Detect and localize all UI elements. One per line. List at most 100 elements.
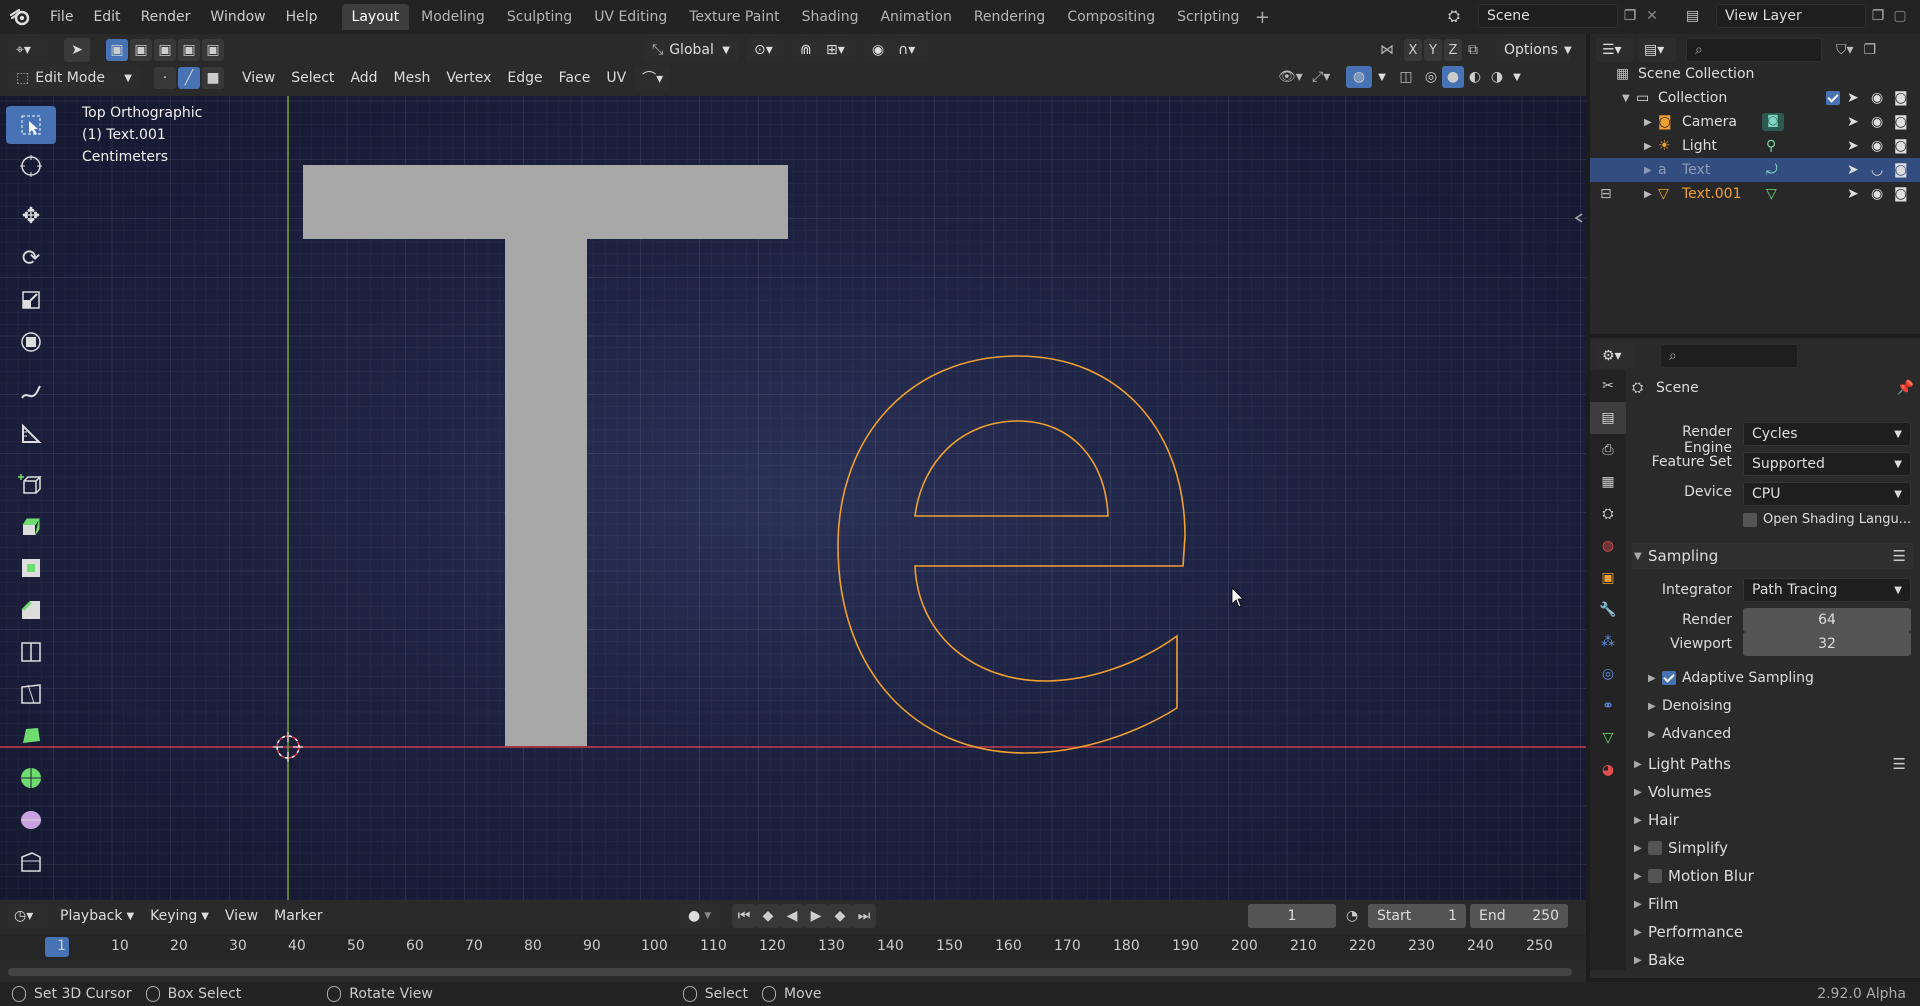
select-box-tool-icon[interactable] xyxy=(6,106,56,144)
properties-editor-type-icon[interactable]: ⚙▾ xyxy=(1596,344,1634,368)
overlays-dropdown-icon[interactable]: ▼ xyxy=(1372,72,1392,83)
render-camera-icon[interactable]: ◙ xyxy=(1894,186,1908,202)
solid-shading-icon[interactable]: ● xyxy=(1442,66,1464,88)
snap-toggle-icon[interactable]: ⋒ xyxy=(792,38,818,62)
expand-arrow-icon[interactable]: ▶ xyxy=(1644,189,1658,200)
osl-checkbox[interactable] xyxy=(1743,512,1757,527)
light-paths-panel[interactable]: ▶ Light Paths ☰ xyxy=(1632,751,1914,777)
visibility-icon[interactable]: 👁▾ xyxy=(1278,69,1312,85)
expand-arrow-icon[interactable]: ▶ xyxy=(1644,141,1658,152)
select-mode-extend-icon[interactable]: ▣ xyxy=(130,39,152,61)
light-data-icon[interactable]: ⚲ xyxy=(1766,138,1776,154)
menu-playback[interactable]: Playback ▼ xyxy=(52,904,142,928)
new-scene-icon[interactable]: ❐ xyxy=(1618,8,1642,24)
view-layer-tab-icon[interactable]: ▦ xyxy=(1590,466,1626,498)
render-camera-icon[interactable]: ◙ xyxy=(1894,162,1908,178)
hair-panel[interactable]: ▶ Hair xyxy=(1632,807,1914,833)
menu-mesh[interactable]: Mesh xyxy=(386,66,439,90)
menu-vertex[interactable]: Vertex xyxy=(438,66,499,90)
vertex-select-icon[interactable]: ⋅ xyxy=(154,67,176,89)
visibility-eye-icon[interactable]: ◉ xyxy=(1871,186,1883,202)
add-workspace-icon[interactable]: + xyxy=(1251,4,1273,30)
tab-animation[interactable]: Animation xyxy=(870,4,961,30)
material-shading-icon[interactable]: ◐ xyxy=(1464,69,1486,85)
menu-view[interactable]: View xyxy=(234,66,283,90)
next-keyframe-icon[interactable]: ◆ xyxy=(828,904,852,928)
start-frame-field[interactable]: Start 1 xyxy=(1368,904,1466,928)
render-tab-icon[interactable]: ▤ xyxy=(1590,402,1626,434)
outliner-editor-type-icon[interactable]: ☰▾ xyxy=(1596,38,1634,62)
data-tab-icon[interactable]: ▽ xyxy=(1590,722,1626,754)
overlays-icon[interactable]: ◍ xyxy=(1346,66,1372,88)
current-frame-field[interactable]: 1 xyxy=(1248,904,1336,928)
selectable-arrow-icon[interactable]: ➤ xyxy=(1847,138,1859,154)
simplify-checkbox[interactable] xyxy=(1648,841,1662,855)
menu-add[interactable]: Add xyxy=(342,66,385,90)
knife-tool-icon[interactable] xyxy=(6,674,56,714)
proportional-edit-icon[interactable]: ◉ xyxy=(864,38,890,62)
rendered-shading-icon[interactable]: ◑ xyxy=(1486,69,1508,85)
preview-range-icon[interactable]: ◔ xyxy=(1346,908,1368,924)
view-layer-field[interactable]: View Layer xyxy=(1716,4,1866,28)
denoising-subpanel[interactable]: ▶ Denoising xyxy=(1648,698,1732,714)
camera-data-icon[interactable]: ◙ xyxy=(1762,113,1784,131)
display-mode-icon[interactable]: ▤▾ xyxy=(1638,38,1676,62)
menu-edit[interactable]: Edit xyxy=(83,0,130,34)
select-mode-invert-icon[interactable]: ▣ xyxy=(178,39,200,61)
new-view-layer-icon[interactable]: ❐ xyxy=(1866,8,1890,24)
tab-modeling[interactable]: Modeling xyxy=(411,4,495,30)
face-select-icon[interactable]: ■ xyxy=(202,67,224,89)
visibility-eye-icon[interactable]: ◉ xyxy=(1871,90,1883,106)
curve-data-icon[interactable]: ⤾ xyxy=(1766,162,1778,178)
mirror-x-toggle[interactable]: X xyxy=(1404,39,1422,61)
osl-checkbox-row[interactable]: Open Shading Langu... xyxy=(1743,512,1911,527)
mirror-z-toggle[interactable]: Z xyxy=(1444,39,1462,61)
outliner-row-camera[interactable]: ▶ ◙ Camera ◙ ➤ ◉ ◙ xyxy=(1590,110,1920,134)
world-tab-icon[interactable]: ◍ xyxy=(1590,530,1626,562)
adaptive-sampling-subpanel[interactable]: ▶ Adaptive Sampling xyxy=(1648,670,1814,686)
mirror-options-icon[interactable]: ⋈ xyxy=(1380,42,1402,58)
menu-select[interactable]: Select xyxy=(283,66,342,90)
rotate-tool-icon[interactable]: ⟳ xyxy=(6,238,56,278)
film-panel[interactable]: ▶ Film xyxy=(1632,891,1914,917)
transform-tool-icon[interactable] xyxy=(6,322,56,362)
exclude-checkbox[interactable] xyxy=(1826,91,1840,105)
bevel-tool-icon[interactable] xyxy=(6,590,56,630)
modifier-tab-icon[interactable]: 🔧 xyxy=(1590,594,1626,626)
advanced-subpanel[interactable]: ▶ Advanced xyxy=(1648,726,1731,742)
scene-icon[interactable]: ⛭ xyxy=(1448,7,1478,25)
bake-panel[interactable]: ▶ Bake xyxy=(1632,947,1914,973)
adaptive-sampling-checkbox[interactable] xyxy=(1662,671,1676,685)
constraints-tab-icon[interactable]: ⚭ xyxy=(1590,690,1626,722)
object-tab-icon[interactable]: ▣ xyxy=(1590,562,1626,594)
render-samples-field[interactable]: 64 xyxy=(1743,608,1911,632)
tab-scripting[interactable]: Scripting xyxy=(1167,4,1249,30)
extrude-tool-icon[interactable] xyxy=(6,506,56,546)
prev-keyframe-icon[interactable]: ◆ xyxy=(756,904,780,928)
add-cube-tool-icon[interactable] xyxy=(6,464,56,504)
scene-field[interactable]: Scene xyxy=(1478,4,1618,28)
view-layer-icon[interactable]: ▤ xyxy=(1686,8,1716,24)
selectable-arrow-icon[interactable]: ➤ xyxy=(1847,162,1859,178)
render-camera-icon[interactable]: ◙ xyxy=(1894,90,1908,106)
new-collection-icon[interactable]: ❐ xyxy=(1864,42,1877,58)
editor-type-icon[interactable]: ⌖▾ xyxy=(8,38,48,62)
menu-face[interactable]: Face xyxy=(551,66,599,90)
jump-start-icon[interactable]: ⏮ xyxy=(732,904,756,928)
outliner-row-scene-collection[interactable]: ▦ Scene Collection xyxy=(1590,62,1920,86)
outliner-row-collection[interactable]: ▼ ▭ Collection ➤ ◉ ◙ xyxy=(1590,86,1920,110)
tab-sculpting[interactable]: Sculpting xyxy=(497,4,582,30)
menu-help[interactable]: Help xyxy=(276,0,328,34)
move-tool-icon[interactable]: ✥ xyxy=(6,196,56,236)
selectable-arrow-icon[interactable]: ➤ xyxy=(1847,186,1859,202)
expand-arrow-icon[interactable]: ▶ xyxy=(1644,165,1658,176)
mirror-y-toggle[interactable]: Y xyxy=(1424,39,1442,61)
transform-orientation-dropdown[interactable]: ⤡ Global ▼ xyxy=(644,38,738,62)
edge-slide-tool-icon[interactable] xyxy=(6,842,56,882)
render-engine-dropdown[interactable]: Cycles ▼ xyxy=(1743,422,1911,446)
volumes-panel[interactable]: ▶ Volumes xyxy=(1632,779,1914,805)
xray-icon[interactable]: ◫ xyxy=(1392,69,1420,85)
wireframe-shading-icon[interactable]: ◎ xyxy=(1420,69,1442,85)
shading-dropdown-icon[interactable]: ▼ xyxy=(1508,72,1526,83)
mesh-data-icon[interactable]: ▽ xyxy=(1766,186,1777,202)
